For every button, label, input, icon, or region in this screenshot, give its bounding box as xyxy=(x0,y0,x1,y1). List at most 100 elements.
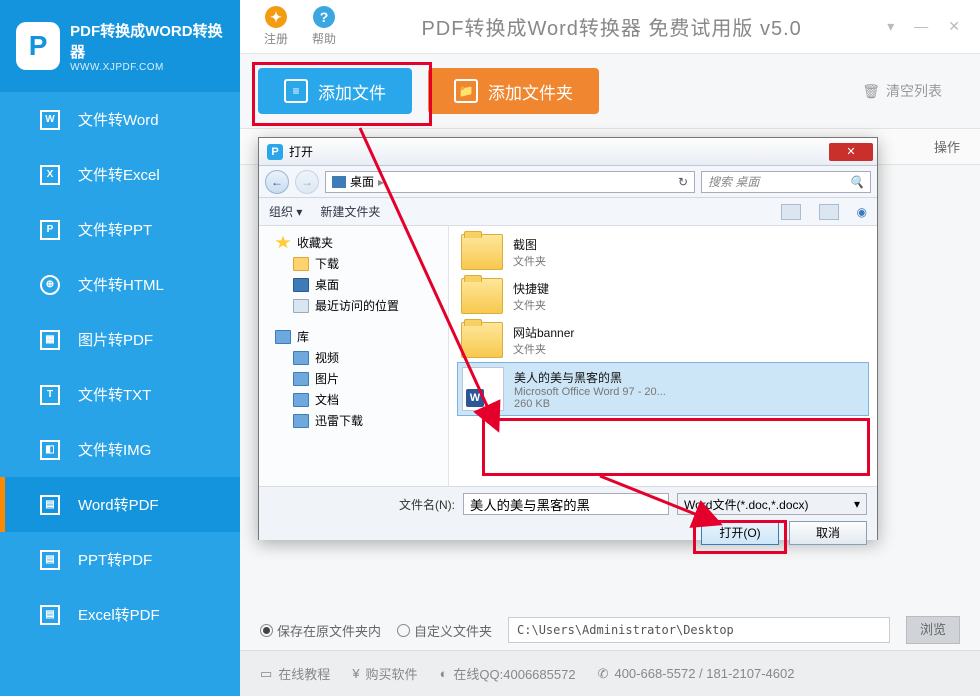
dialog-titlebar[interactable]: P 打开 ✕ xyxy=(259,138,877,166)
help-icon[interactable]: ◉ xyxy=(857,205,867,219)
sidebar-item-label: Excel转PDF xyxy=(78,604,160,625)
tree-favorites[interactable]: 收藏夹 xyxy=(267,232,440,253)
register-button[interactable]: ✦注册 xyxy=(264,6,288,47)
sidebar-item-img-to-pdf[interactable]: ▦图片转PDF xyxy=(0,312,240,367)
document-icon xyxy=(293,393,309,407)
window-menu-icon[interactable]: ▾ xyxy=(887,18,894,35)
radio-save-same-folder[interactable]: 保存在原文件夹内 xyxy=(260,621,381,640)
add-folder-button[interactable]: 📁 添加文件夹 xyxy=(428,68,599,114)
file-item[interactable]: 截图文件夹 xyxy=(457,230,869,274)
sidebar-item-label: PPT转PDF xyxy=(78,549,152,570)
sidebar-item-file-to-ppt[interactable]: P文件转PPT xyxy=(0,202,240,257)
topbar: ✦注册 ?帮助 PDF转换成Word转换器 免费试用版 v5.0 ▾ — ✕ xyxy=(240,0,980,54)
folder-icon xyxy=(293,257,309,271)
window-controls: ▾ — ✕ xyxy=(887,18,960,35)
col-ops: 操作 xyxy=(934,137,960,156)
sidebar-item-word-to-pdf[interactable]: ▤Word转PDF xyxy=(0,477,240,532)
clear-list-button[interactable]: 🗑 清空列表 xyxy=(862,81,942,101)
file-item[interactable]: 网站banner文件夹 xyxy=(457,318,869,362)
sidebar-item-file-to-txt[interactable]: T 文件转TXT xyxy=(0,367,240,422)
tree-documents[interactable]: 文档 xyxy=(267,389,440,410)
search-icon: 🔍 xyxy=(849,175,864,189)
sidebar-item-label: 文件转HTML xyxy=(78,274,164,295)
sidebar-item-label: 文件转TXT xyxy=(78,384,151,405)
sidebar-item-ppt-to-pdf[interactable]: ▤ PPT转PDF xyxy=(0,532,240,587)
radio-dot-icon xyxy=(260,624,273,637)
cancel-button[interactable]: 取消 xyxy=(789,521,867,545)
pdf-icon: ▤ xyxy=(40,495,60,515)
radio-dot-icon xyxy=(397,624,410,637)
filename-label: 文件名(N): xyxy=(399,496,455,513)
address-bar[interactable]: 桌面 ▸ ↻ xyxy=(325,171,695,193)
help-button[interactable]: ?帮助 xyxy=(312,6,336,47)
txt-icon: T xyxy=(40,385,60,405)
sidebar-item-file-to-html[interactable]: ⊕文件转HTML xyxy=(0,257,240,312)
add-file-button[interactable]: ≡ 添加文件 xyxy=(258,68,412,114)
chevron-down-icon: ▾ xyxy=(854,497,860,511)
pdf-icon: ▤ xyxy=(40,550,60,570)
folder-icon xyxy=(293,299,309,313)
tree-recent[interactable]: 最近访问的位置 xyxy=(267,295,440,316)
folder-icon xyxy=(461,278,503,314)
refresh-icon[interactable]: ↻ xyxy=(678,175,688,189)
filename-input[interactable] xyxy=(463,493,669,515)
output-path-field[interactable]: C:\Users\Administrator\Desktop xyxy=(508,617,890,643)
search-input[interactable]: 搜索 桌面 🔍 xyxy=(701,171,871,193)
tree-desktop[interactable]: 桌面 xyxy=(267,274,440,295)
tree-pictures[interactable]: 图片 xyxy=(267,368,440,389)
sidebar-item-file-to-excel[interactable]: X文件转Excel xyxy=(0,147,240,202)
tree-libraries[interactable]: 库 xyxy=(267,326,440,347)
sidebar-item-label: 文件转Excel xyxy=(78,164,160,185)
pdf-icon: ▤ xyxy=(40,605,60,625)
sidebar-item-file-to-img[interactable]: ◧文件转IMG xyxy=(0,422,240,477)
minimize-icon[interactable]: — xyxy=(914,18,928,35)
file-list[interactable]: 截图文件夹 快捷键文件夹 网站banner文件夹 美人的美与黑客的黑Micros… xyxy=(449,226,877,486)
qq-contact[interactable]: ◐在线QQ:4006685572 xyxy=(440,664,576,683)
file-icon: ≡ xyxy=(284,79,308,103)
folder-icon xyxy=(293,414,309,428)
word-icon: W xyxy=(40,110,60,130)
open-button[interactable]: 打开(O) xyxy=(701,521,779,545)
tutorial-link[interactable]: ▭在线教程 xyxy=(260,664,330,683)
folder-icon xyxy=(461,234,503,270)
picture-icon xyxy=(293,372,309,386)
app-title: PDF转换成Word转换器 免费试用版 v5.0 xyxy=(336,12,887,41)
word-doc-icon xyxy=(462,367,504,411)
tree-video[interactable]: 视频 xyxy=(267,347,440,368)
nav-forward-button[interactable]: → xyxy=(295,170,319,194)
sidebar-item-label: 文件转Word xyxy=(78,109,159,130)
sidebar-item-excel-to-pdf[interactable]: ▤ Excel转PDF xyxy=(0,587,240,642)
organize-menu[interactable]: 组织 ▾ xyxy=(269,203,302,220)
sidebar-item-file-to-word[interactable]: W 文件转Word xyxy=(0,92,240,147)
close-icon[interactable]: ✕ xyxy=(948,18,960,35)
book-icon: ▭ xyxy=(260,666,272,682)
buy-link[interactable]: ¥购买软件 xyxy=(352,664,417,683)
phone-contact: ✆400-668-5572 / 181-2107-4602 xyxy=(598,666,795,682)
star-icon xyxy=(275,236,291,250)
dialog-close-button[interactable]: ✕ xyxy=(829,143,873,161)
img-icon: ◧ xyxy=(40,440,60,460)
dialog-title: 打开 xyxy=(289,143,313,160)
tree-downloads[interactable]: 下载 xyxy=(267,253,440,274)
brand-logo: P xyxy=(16,22,60,70)
file-item-selected[interactable]: 美人的美与黑客的黑Microsoft Office Word 97 - 20..… xyxy=(457,362,869,416)
trash-icon: 🗑 xyxy=(862,83,880,100)
view-icon[interactable] xyxy=(781,204,801,220)
tree-xunlei[interactable]: 迅雷下载 xyxy=(267,410,440,431)
brand-area: P PDF转换成WORD转换器 WWW.XJPDF.COM xyxy=(0,0,240,92)
brand-title: PDF转换成WORD转换器 xyxy=(70,20,224,62)
user-icon: ✦ xyxy=(265,6,287,28)
filetype-dropdown[interactable]: Word文件(*.doc,*.docx)▾ xyxy=(677,493,867,515)
folder-tree: 收藏夹 下载 桌面 最近访问的位置 库 视频 图片 文档 迅雷下载 xyxy=(259,226,449,486)
folder-icon: 📁 xyxy=(454,79,478,103)
toolbar: ≡ 添加文件 📁 添加文件夹 🗑 清空列表 xyxy=(240,54,980,128)
new-folder-button[interactable]: 新建文件夹 xyxy=(320,203,380,220)
browse-button[interactable]: 浏览 xyxy=(906,616,960,644)
brand-url: WWW.XJPDF.COM xyxy=(70,62,224,73)
nav-back-button[interactable]: ← xyxy=(265,170,289,194)
file-item[interactable]: 快捷键文件夹 xyxy=(457,274,869,318)
radio-save-custom-folder[interactable]: 自定义文件夹 xyxy=(397,621,492,640)
qq-icon: ◐ xyxy=(440,666,448,681)
view-options-icon[interactable] xyxy=(819,204,839,220)
dialog-footer: 文件名(N): Word文件(*.doc,*.docx)▾ 打开(O) 取消 xyxy=(259,486,877,540)
